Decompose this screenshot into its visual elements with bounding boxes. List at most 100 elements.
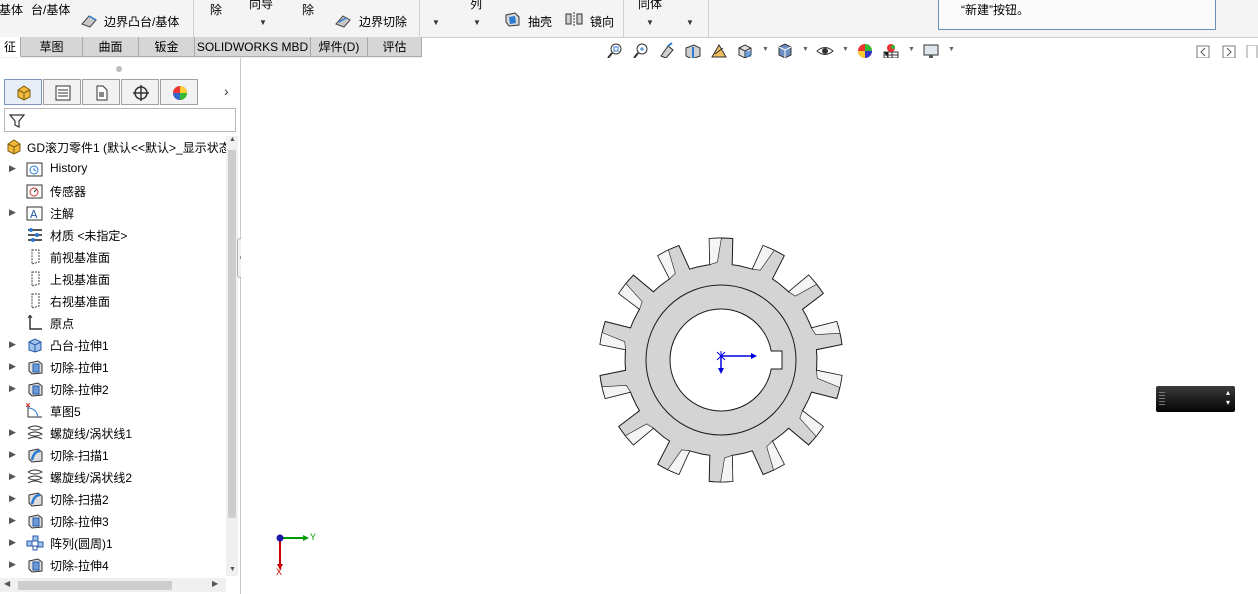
- configuration-manager-tab[interactable]: [82, 79, 120, 105]
- collapsed-task-pane[interactable]: ▴ ▾: [1156, 386, 1235, 412]
- boundary-cut-button[interactable]: 边界切除: [359, 13, 407, 30]
- expand-arrow-icon[interactable]: ▶: [9, 339, 16, 350]
- property-manager-tab[interactable]: [43, 79, 81, 105]
- reference-geometry-dropdown[interactable]: ▼: [646, 18, 654, 27]
- revolved-cut-button[interactable]: 除: [302, 1, 314, 18]
- feature-tree-item[interactable]: 材质 <未指定>: [0, 224, 226, 246]
- expand-arrow-icon[interactable]: ▶: [9, 427, 16, 438]
- material-icon: [26, 227, 44, 243]
- hob-cutter-part-model[interactable]: [241, 58, 1258, 594]
- hole-wizard-button[interactable]: 向导: [249, 0, 273, 12]
- tooltip-text: “新建”按钮。: [961, 3, 1029, 17]
- expand-arrow-icon[interactable]: ▶: [9, 559, 16, 570]
- mirror-button[interactable]: 镜向: [590, 13, 614, 30]
- expand-arrow-icon[interactable]: ▶: [9, 383, 16, 394]
- feature-label: 切除-拉伸1: [50, 361, 109, 375]
- tab-sketch[interactable]: 草图: [21, 37, 83, 57]
- expand-arrow-icon[interactable]: ▶: [9, 471, 16, 482]
- feature-tree-item[interactable]: 前视基准面: [0, 246, 226, 268]
- feature-tree-item[interactable]: 原点: [0, 312, 226, 334]
- feature-manager-tab[interactable]: [4, 79, 42, 105]
- revolved-boss-base-button[interactable]: 台/基体: [31, 1, 70, 18]
- expand-arrow-icon[interactable]: ▶: [9, 537, 16, 548]
- tree-vertical-scrollbar[interactable]: ▲ ▼: [226, 136, 238, 576]
- feature-tree-item[interactable]: 传感器: [0, 180, 226, 202]
- display-manager-tab[interactable]: [160, 79, 198, 105]
- expand-arrow-icon[interactable]: ▶: [9, 493, 16, 504]
- restore-right-icon[interactable]: [1222, 45, 1236, 59]
- tab-weldments[interactable]: 焊件(D): [311, 37, 368, 57]
- shell-button[interactable]: 抽壳: [528, 13, 552, 30]
- expand-arrow-icon[interactable]: ▶: [9, 207, 16, 218]
- cut-button[interactable]: 除: [210, 1, 222, 18]
- feature-tree-item[interactable]: ▶ 阵列(圆周)1: [0, 532, 226, 554]
- feature-tree-filter[interactable]: [4, 108, 236, 132]
- sensor-icon: [26, 183, 44, 199]
- dimxpert-manager-tab[interactable]: [121, 79, 159, 105]
- extruded-boss-base-button[interactable]: 基体: [0, 1, 23, 18]
- scroll-down-icon[interactable]: ▼: [229, 566, 236, 573]
- feature-tree-item[interactable]: ▶ 切除-拉伸2: [0, 378, 226, 400]
- spin-arrows-icon[interactable]: ▴ ▾: [1226, 388, 1230, 408]
- feature-label: 切除-拉伸2: [50, 383, 109, 397]
- feature-tree-item[interactable]: ▶ 切除-拉伸1: [0, 356, 226, 378]
- feature-tree-item[interactable]: ▶ 切除-扫描1: [0, 444, 226, 466]
- hole-wizard-dropdown[interactable]: ▼: [259, 18, 267, 27]
- feature-label: 阵列(圆周)1: [50, 537, 113, 551]
- expand-arrow-icon[interactable]: ▶: [9, 449, 16, 460]
- scroll-up-icon[interactable]: ▲: [229, 136, 236, 143]
- tooth-cutting-face[interactable]: [811, 321, 841, 336]
- linear-pattern-button[interactable]: 列: [470, 0, 482, 12]
- feature-tree: GD滚刀零件1 (默认<<默认>_显示状态 ▶ History 传感器 ▶ A 注解 材质 …: [0, 136, 226, 576]
- hide-show-dropdown[interactable]: ▼: [842, 46, 849, 53]
- cut-sweep-icon: [26, 447, 44, 463]
- feature-tree-item[interactable]: ▶ 螺旋线/涡状线2: [0, 466, 226, 488]
- pattern-dropdown[interactable]: ▼: [473, 18, 481, 27]
- feature-tree-item[interactable]: ▶ 凸台-拉伸1: [0, 334, 226, 356]
- tree-root-part[interactable]: GD滚刀零件1 (默认<<默认>_显示状态: [0, 136, 226, 158]
- feature-tree-item[interactable]: ▶ History: [0, 158, 226, 180]
- graphics-area[interactable]: Y X: [241, 58, 1258, 594]
- configuration-manager-icon: [96, 85, 108, 101]
- feature-tree-item[interactable]: 右视基准面: [0, 290, 226, 312]
- scroll-right-icon[interactable]: ▶: [212, 579, 218, 588]
- curves-button[interactable]: 同体: [638, 0, 662, 12]
- svg-text:A: A: [30, 208, 38, 221]
- tab-sheet-metal[interactable]: 钣金: [139, 37, 195, 57]
- shell-icon: [503, 11, 520, 27]
- tab-surfaces[interactable]: 曲面: [83, 37, 139, 57]
- restore-left-icon[interactable]: [1196, 45, 1210, 59]
- panel-grip[interactable]: [116, 66, 122, 72]
- view-settings-dropdown[interactable]: ▼: [948, 46, 955, 53]
- expand-arrow-icon[interactable]: ▶: [9, 163, 16, 174]
- feature-tree-item[interactable]: ▶ 切除-拉伸3: [0, 510, 226, 532]
- boundary-boss-base-button[interactable]: 边界凸台/基体: [104, 13, 179, 30]
- history-icon: [26, 161, 44, 177]
- expand-arrow-icon[interactable]: ▶: [9, 515, 16, 526]
- boundary-cut-icon: [334, 12, 351, 28]
- view-orientation-dropdown[interactable]: ▼: [762, 46, 769, 53]
- curves-dropdown[interactable]: ▼: [686, 18, 694, 27]
- display-style-dropdown[interactable]: ▼: [802, 46, 809, 53]
- feature-tree-item[interactable]: ▶ A 注解: [0, 202, 226, 224]
- more-tabs-chevron-icon[interactable]: ›: [224, 83, 229, 99]
- feature-tree-item[interactable]: ▶ 螺旋线/涡状线1: [0, 422, 226, 444]
- feature-label: 螺旋线/涡状线1: [50, 427, 133, 441]
- feature-tree-item[interactable]: ▶ 切除-扫描2: [0, 488, 226, 510]
- display-manager-icon: [173, 86, 187, 100]
- feature-tree-item[interactable]: 草图5: [0, 400, 226, 422]
- tree-horizontal-scrollbar[interactable]: ◀ ▶: [0, 578, 226, 592]
- vertical-scroll-thumb[interactable]: [228, 150, 236, 518]
- feature-tree-item[interactable]: 上视基准面: [0, 268, 226, 290]
- feature-tree-item[interactable]: ▶ 切除-拉伸4: [0, 554, 226, 576]
- horizontal-scroll-thumb[interactable]: [18, 581, 172, 590]
- scroll-left-icon[interactable]: ◀: [4, 579, 10, 588]
- tooth-cutting-face[interactable]: [601, 384, 631, 399]
- apply-scene-dropdown[interactable]: ▼: [908, 46, 915, 53]
- feature-label: 切除-扫描2: [50, 493, 109, 507]
- fillet-dropdown[interactable]: ▼: [432, 18, 440, 27]
- expand-arrow-icon[interactable]: ▶: [9, 361, 16, 372]
- tab-evaluate[interactable]: 评估: [368, 37, 422, 57]
- tab-solidworks-mbd[interactable]: SOLIDWORKS MBD: [195, 37, 311, 57]
- tab-features[interactable]: 征: [0, 37, 21, 57]
